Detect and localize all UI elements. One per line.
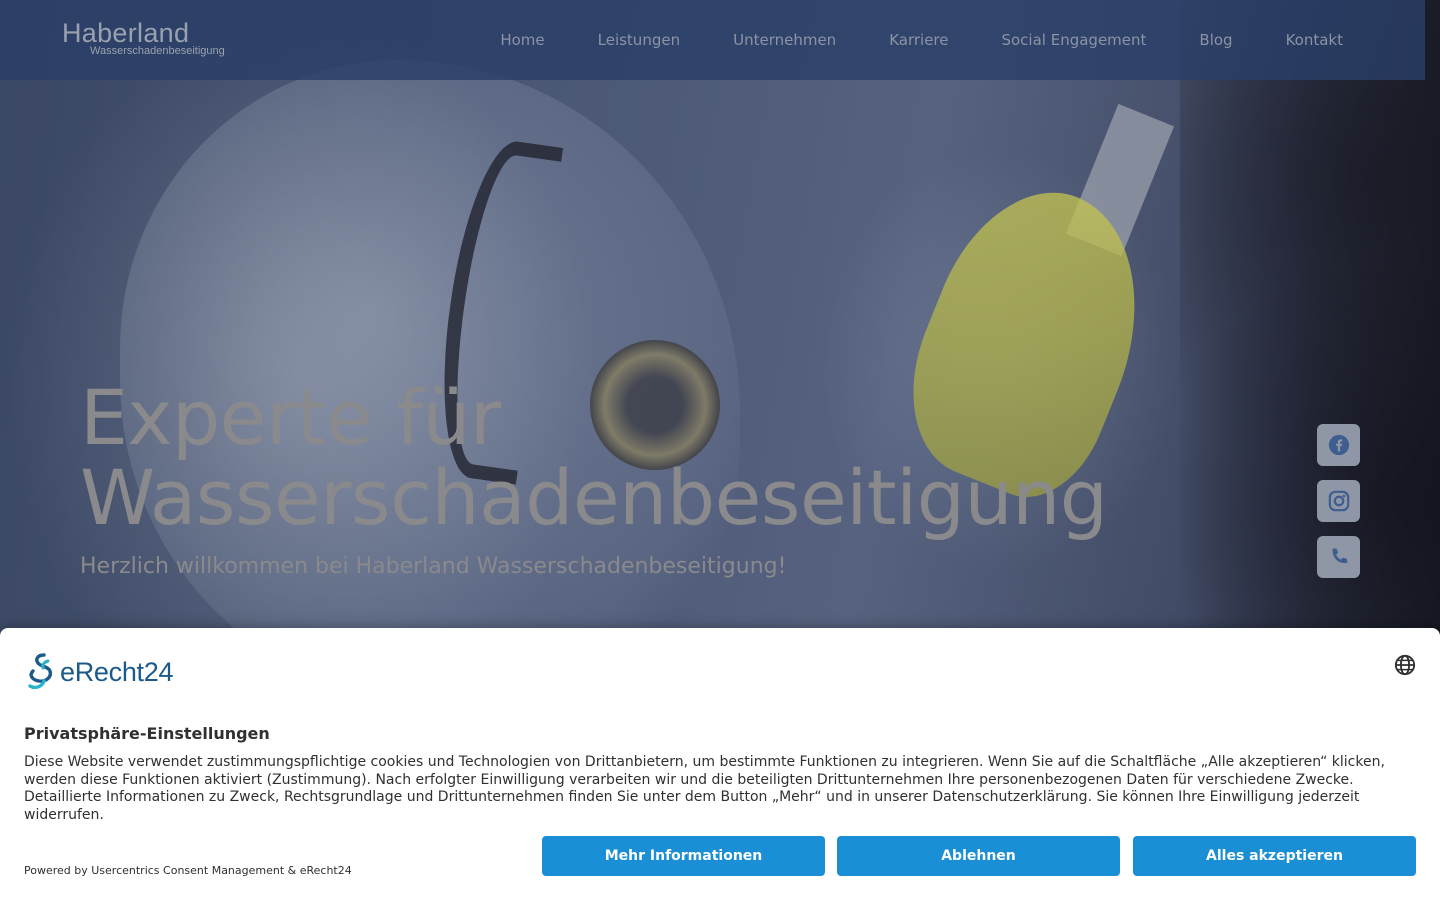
nav-unternehmen[interactable]: Unternehmen: [733, 31, 836, 49]
globe-icon: [1394, 654, 1416, 676]
instagram-button[interactable]: [1317, 480, 1360, 522]
language-button[interactable]: [1394, 654, 1416, 680]
instagram-icon: [1328, 490, 1349, 512]
site-header: Haberland Wasserschadenbeseitigung Home …: [0, 0, 1425, 80]
deny-button[interactable]: Ablehnen: [837, 836, 1120, 876]
phone-icon: [1332, 548, 1347, 564]
logo-sub-text: Wasserschadenbeseitigung: [90, 45, 225, 57]
nav-leistungen[interactable]: Leistungen: [598, 31, 680, 49]
logo-main-text: Haberland: [62, 18, 190, 48]
facebook-button[interactable]: [1317, 424, 1360, 466]
hero-subtitle: Herzlich willkommen bei Haberland Wasser…: [80, 554, 787, 579]
nav-karriere[interactable]: Karriere: [889, 31, 948, 49]
site-logo[interactable]: Haberland Wasserschadenbeseitigung: [62, 18, 225, 57]
consent-banner: eRecht24 Privatsphäre-Einstellungen Dies…: [0, 628, 1440, 900]
more-info-button[interactable]: Mehr Informationen: [542, 836, 825, 876]
facebook-icon: [1328, 434, 1349, 456]
nav-home[interactable]: Home: [500, 31, 544, 49]
hero-title-line2: Wasserschadenbeseitigung: [80, 453, 1108, 542]
accept-all-button[interactable]: Alles akzeptieren: [1133, 836, 1416, 876]
erecht24-logo-icon: [28, 653, 53, 690]
consent-title: Privatsphäre-Einstellungen: [24, 724, 270, 743]
erecht24-logo-text: eRecht24: [60, 656, 174, 687]
erecht24-logo: eRecht24: [24, 652, 173, 692]
consent-powered-by: Powered by Usercentrics Consent Manageme…: [24, 864, 352, 877]
main-nav: Home Leistungen Unternehmen Karriere Soc…: [500, 0, 1343, 80]
social-buttons: [1317, 424, 1360, 578]
nav-social-engagement[interactable]: Social Engagement: [1001, 31, 1146, 49]
hero-title-line1: Experte für: [80, 373, 501, 462]
nav-kontakt[interactable]: Kontakt: [1286, 31, 1343, 49]
nav-blog[interactable]: Blog: [1199, 31, 1232, 49]
phone-button[interactable]: [1317, 536, 1360, 578]
hero-title: Experte für Wasserschadenbeseitigung: [80, 378, 1260, 538]
consent-description: Diese Website verwendet zustimmungspflic…: [24, 754, 1385, 823]
